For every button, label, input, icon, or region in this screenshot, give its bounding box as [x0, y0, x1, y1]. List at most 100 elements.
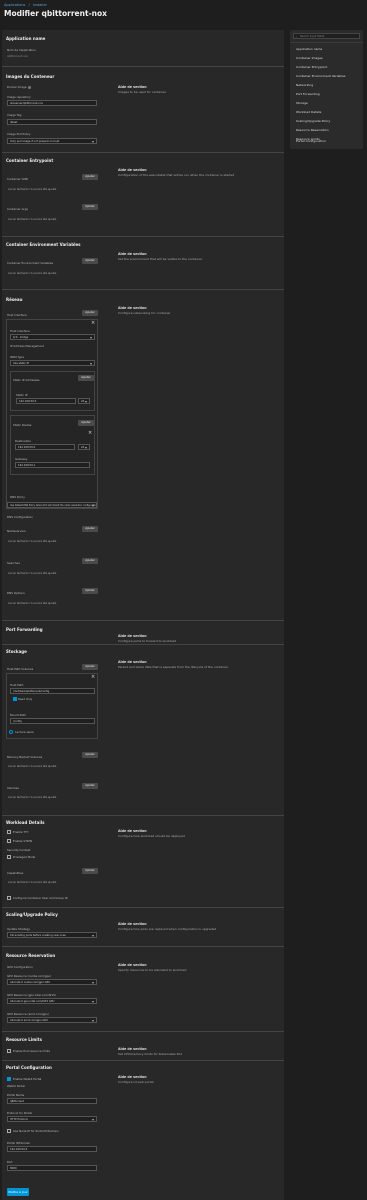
node-ip-checkbox[interactable]	[7, 1129, 11, 1133]
networking-help-text: Configure networking for container	[118, 311, 171, 315]
nav-item-storage[interactable]: Storage	[296, 101, 308, 105]
container-user-checkbox[interactable]	[7, 896, 11, 900]
gpu1-select[interactable]: Allocate 0 nvidia.com/gpu GPU	[7, 979, 97, 985]
nav-item-resource-reservation[interactable]: Resource Reservation	[296, 128, 329, 132]
add-capability-button[interactable]: Ajouter	[82, 868, 98, 874]
add-env-button[interactable]: Ajouter	[82, 258, 98, 264]
pull-policy-select[interactable]: Only pull image if not present on host	[7, 138, 97, 144]
destination-input[interactable]: 192.168.50.0	[15, 444, 75, 450]
page-title: Modifier qbittorrent-nox	[4, 9, 107, 18]
add-host-path-button[interactable]: Ajouter	[82, 664, 98, 670]
gpu2-select[interactable]: Allocate 0 gpu.intel.com/i915 GPU	[7, 998, 97, 1004]
nav-item-application-name[interactable]: Application name	[296, 47, 322, 51]
empty-message: Aucun élément n'a encore été ajouté.	[8, 796, 57, 799]
save-button[interactable]: Mettre à Jour	[7, 1188, 29, 1196]
ipam-type-select[interactable]: Use static IP	[10, 360, 95, 366]
add-cmd-button[interactable]: Ajouter	[82, 174, 98, 180]
dns-options-label: DNS Options	[7, 591, 25, 595]
add-volume-button[interactable]: Ajouter	[82, 783, 98, 789]
gpu3-select[interactable]: Allocate 0 amd.com/gpu GPU	[7, 1017, 97, 1023]
protocol-select[interactable]: HTTP Protocol	[7, 1116, 97, 1122]
dns-policy-select[interactable]: Use Default DNS Policy where Pod will in…	[7, 502, 97, 508]
env-help-text: Set the environment that will be visible…	[118, 257, 203, 261]
scaling-help-text: Configure how pods are replaced when con…	[118, 927, 217, 931]
host-path-input[interactable]: /mnt/tank/qbittorrent/config	[10, 688, 95, 694]
image-repo-input[interactable]: lsioserver/qbittorrent-nox	[7, 100, 97, 106]
portal-domain-input[interactable]: 192.168.50.5	[7, 1146, 97, 1152]
section-scaling-title: Scaling/Upgrade Policy	[6, 912, 58, 917]
portal-name-input[interactable]: qBittorrent	[7, 1098, 97, 1104]
entrypoint-help-text: Configuration of the executable that wil…	[118, 173, 235, 177]
gpu3-label: GPU Resource (amd.com/gpu)	[7, 1012, 50, 1016]
add-search-button[interactable]: Ajouter	[82, 558, 98, 564]
images-help-title: Aide de section	[118, 85, 147, 89]
destination-mask-select[interactable]: 24	[78, 444, 90, 450]
host-interface-label: Host Interface	[10, 329, 30, 333]
enable-portal-checkbox[interactable]	[7, 1077, 11, 1081]
image-tag-input[interactable]: latest	[7, 119, 97, 125]
read-only-radio[interactable]	[9, 730, 13, 734]
port-input[interactable]: 8080	[7, 1165, 97, 1171]
host-interface-select[interactable]: br0 - bridge	[10, 334, 95, 340]
limits-help-title: Aide de section	[118, 1047, 147, 1051]
empty-message: Aucun élément n'a encore été ajouté.	[8, 540, 57, 543]
static-ip-mask-select[interactable]: 24	[78, 398, 90, 404]
networking-help-title: Aide de section	[118, 306, 147, 310]
add-args-button[interactable]: Ajouter	[82, 204, 98, 210]
image-tag-label: Image Tag	[7, 113, 22, 117]
enable-stdin-checkbox[interactable]	[7, 839, 11, 843]
section-nav: ⌕ Search input fields Application name C…	[290, 30, 363, 149]
read-only-checkbox[interactable]	[13, 697, 17, 701]
help-icon[interactable]	[28, 85, 32, 89]
nav-item-container-env[interactable]: Container Environment Variables	[296, 74, 345, 78]
nav-item-scaling[interactable]: Scaling/Upgrade Policy	[296, 119, 330, 123]
enable-portal-label: Enable WebUI Portal	[13, 1077, 42, 1081]
static-routes-label: Static Routes	[13, 423, 32, 427]
add-memory-volume-button[interactable]: Ajouter	[82, 752, 98, 758]
nav-item-workload-details[interactable]: Workload Details	[296, 110, 321, 114]
close-icon[interactable]: ×	[91, 675, 95, 680]
breadcrumb: Applications / Installer	[4, 3, 49, 7]
read-only-radio-label: Lecture seule	[15, 730, 34, 734]
mount-path-input[interactable]: /config	[10, 718, 95, 724]
enable-tty-checkbox[interactable]	[7, 830, 11, 834]
close-icon[interactable]: ×	[91, 321, 95, 326]
nav-item-networking[interactable]: Networking	[296, 83, 313, 87]
section-workload-title: Workload Details	[6, 820, 45, 825]
section-env-title: Container Environment Variables	[6, 242, 81, 247]
privileged-checkbox[interactable]	[7, 855, 11, 859]
node-ip-label: Use Node IP for Portal IP/Domain	[13, 1129, 59, 1133]
section-entrypoint-title: Container Entrypoint	[6, 158, 54, 163]
breadcrumb-applications[interactable]: Applications	[4, 3, 25, 7]
empty-message: Aucun élément n'a encore été ajouté.	[8, 272, 57, 275]
nav-separator	[290, 42, 363, 43]
empty-message: Aucun élément n'a encore été ajouté.	[8, 881, 57, 884]
add-nameserver-button[interactable]: Ajouter	[82, 526, 98, 532]
port-forwarding-help-text: Configure ports to forward to workload	[118, 639, 177, 643]
divider	[2, 644, 284, 645]
close-icon[interactable]: ×	[88, 431, 92, 436]
nav-item-container-images[interactable]: Container Images	[296, 56, 323, 60]
capabilities-label: Capabilities	[7, 871, 24, 875]
add-static-route-button[interactable]: Ajouter	[78, 420, 94, 426]
dns-policy-label: DNS Policy	[10, 495, 25, 499]
gateway-input[interactable]: 192.168.50.1	[15, 462, 90, 468]
add-host-interface-button[interactable]: Ajouter	[82, 310, 98, 316]
section-port-forwarding-title: Port Forwarding	[6, 627, 43, 632]
add-static-ip-button[interactable]: Ajouter	[78, 375, 94, 381]
images-help-text: Images to be used for container	[118, 90, 167, 94]
gpu2-label: GPU Resource (gpu.intel.com/i915)	[7, 993, 56, 997]
static-ip-field-label: Static IP	[16, 393, 28, 397]
gpu1-label: GPU Resource (nvidia.com/gpu)	[7, 974, 52, 978]
nav-item-portal-configuration[interactable]: Portal Configuration	[296, 139, 326, 143]
nav-item-port-forwarding[interactable]: Port Forwarding	[296, 92, 320, 96]
nav-item-container-entrypoint[interactable]: Container Entrypoint	[296, 65, 327, 69]
add-dns-option-button[interactable]: Ajouter	[82, 588, 98, 594]
nav-search-placeholder: Search input fields	[300, 35, 325, 38]
enable-limits-checkbox[interactable]	[7, 1049, 11, 1053]
nav-search-input[interactable]: ⌕ Search input fields	[293, 33, 360, 39]
update-strategy-select[interactable]: Kill existing pods before creating new o…	[7, 932, 97, 938]
breadcrumb-installer[interactable]: Installer	[33, 3, 47, 7]
section-networking-title: Réseau	[6, 297, 23, 302]
static-ip-input[interactable]: 192.168.50.5	[16, 398, 76, 404]
